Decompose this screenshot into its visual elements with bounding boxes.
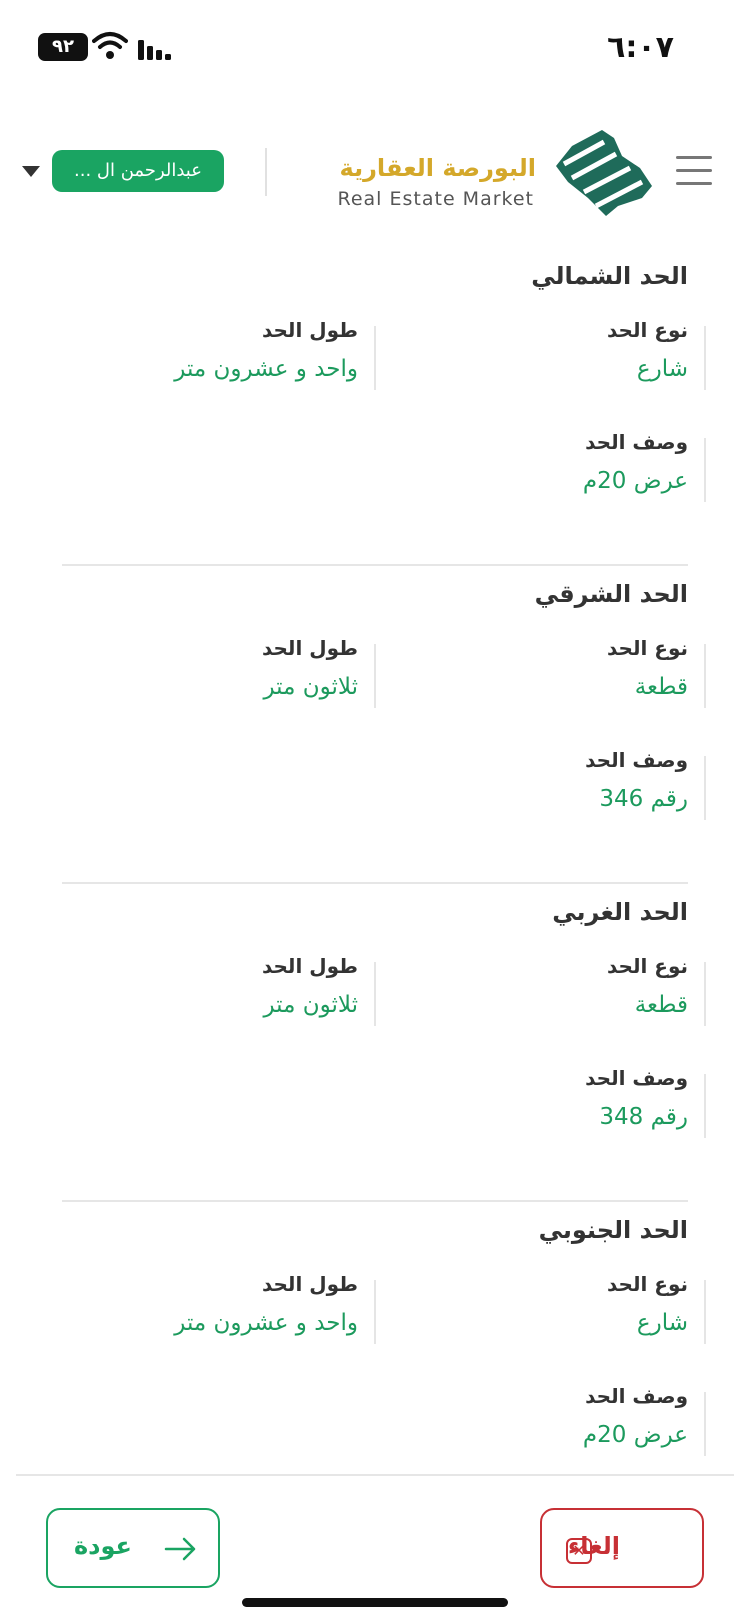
section-title: الحد الجنوبي <box>538 1216 688 1244</box>
status-time: ٦:٠٧ <box>607 30 674 65</box>
field-label: طول الحد <box>261 318 358 342</box>
field-label: وصف الحد <box>585 430 688 454</box>
boundary-description-field: وصف الحد عرض 20م <box>582 1384 706 1456</box>
home-indicator <box>242 1598 508 1607</box>
field-value: رقم 348 <box>599 1104 688 1130</box>
field-value: قطعة <box>634 992 688 1018</box>
field-label: نوع الحد <box>606 318 688 342</box>
boundary-description-field: وصف الحد عرض 20م <box>582 430 706 502</box>
field-value: واحد و عشرون متر <box>174 356 358 382</box>
field-value: شارع <box>636 1310 688 1336</box>
field-value: عرض 20م <box>582 468 688 494</box>
user-menu-button[interactable]: عبدالرحمن ال ... <box>52 150 224 192</box>
field-value: رقم 346 <box>599 786 688 812</box>
boundary-type-field: نوع الحد قطعة <box>606 954 706 1026</box>
header-divider <box>265 148 267 196</box>
field-value: شارع <box>636 356 688 382</box>
field-label: وصف الحد <box>585 1066 688 1090</box>
chevron-down-icon[interactable] <box>22 166 40 177</box>
field-label: طول الحد <box>261 1272 358 1296</box>
section-title: الحد الشمالي <box>531 262 688 290</box>
boundary-length-field: طول الحد ثلاثون متر <box>261 636 376 708</box>
field-label: طول الحد <box>261 636 358 660</box>
boundary-section-east: الحد الشرقي نوع الحد قطعة طول الحد ثلاثو… <box>0 566 750 884</box>
field-label: وصف الحد <box>585 1384 688 1408</box>
cancel-button[interactable]: إلغاء ✕ <box>540 1508 704 1588</box>
boundary-type-field: نوع الحد شارع <box>606 318 706 390</box>
boundary-description-field: وصف الحد رقم 348 <box>585 1066 706 1138</box>
wifi-icon <box>92 32 128 59</box>
footer-divider <box>16 1474 734 1476</box>
field-label: نوع الحد <box>606 1272 688 1296</box>
battery-indicator: ٩٢ <box>38 33 88 61</box>
app-header: البورصة العقارية Real Estate Market عبدا… <box>0 112 750 232</box>
arrow-right-icon <box>164 1537 196 1561</box>
logo-emblem <box>556 130 652 216</box>
back-button-label: عودة <box>74 1532 132 1560</box>
field-value: ثلاثون متر <box>263 674 358 700</box>
field-value: واحد و عشرون متر <box>174 1310 358 1336</box>
boundary-type-field: نوع الحد شارع <box>606 1272 706 1344</box>
boundary-section-west: الحد الغربي نوع الحد قطعة طول الحد ثلاثو… <box>0 884 750 1202</box>
back-button[interactable]: عودة <box>46 1508 220 1588</box>
field-value: ثلاثون متر <box>263 992 358 1018</box>
field-value: قطعة <box>634 674 688 700</box>
close-box-icon: ✕ <box>566 1538 592 1564</box>
boundary-type-field: نوع الحد قطعة <box>606 636 706 708</box>
menu-icon[interactable] <box>676 156 712 186</box>
field-label: نوع الحد <box>606 954 688 978</box>
boundaries-content: الحد الشمالي نوع الحد شارع طول الحد واحد… <box>0 248 750 1520</box>
boundary-section-south: الحد الجنوبي نوع الحد شارع طول الحد واحد… <box>0 1202 750 1520</box>
field-label: نوع الحد <box>606 636 688 660</box>
status-bar: ٩٢ ٦:٠٧ <box>0 0 750 90</box>
boundary-length-field: طول الحد واحد و عشرون متر <box>174 318 376 390</box>
boundary-length-field: طول الحد ثلاثون متر <box>261 954 376 1026</box>
boundary-length-field: طول الحد واحد و عشرون متر <box>174 1272 376 1344</box>
logo-arabic-text: البورصة العقارية <box>339 154 536 182</box>
boundary-section-north: الحد الشمالي نوع الحد شارع طول الحد واحد… <box>0 248 750 566</box>
boundary-description-field: وصف الحد رقم 346 <box>585 748 706 820</box>
field-label: وصف الحد <box>585 748 688 772</box>
section-title: الحد الغربي <box>552 898 688 926</box>
signal-icon <box>138 40 171 60</box>
field-label: طول الحد <box>261 954 358 978</box>
field-value: عرض 20م <box>582 1422 688 1448</box>
section-title: الحد الشرقي <box>534 580 688 608</box>
logo-english-text: Real Estate Market <box>337 188 534 210</box>
